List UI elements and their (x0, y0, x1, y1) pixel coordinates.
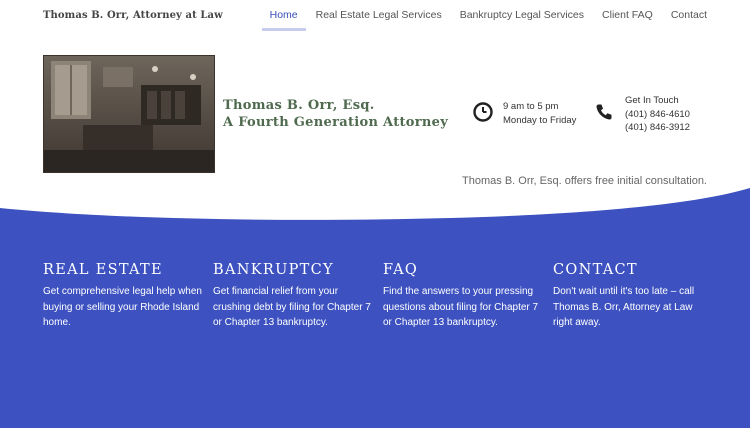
nav-item-client-faq[interactable]: Client FAQ (602, 9, 653, 27)
service-heading[interactable]: BANKRUPTCY (213, 262, 373, 278)
service-heading[interactable]: CONTACT (553, 262, 713, 278)
main-nav: Home Real Estate Legal Services Bankrupt… (252, 9, 707, 31)
hero-name: Thomas B. Orr, Esq. (223, 98, 375, 113)
consultation-note: Thomas B. Orr, Esq. offers free initial … (462, 175, 707, 187)
hero-heading: Thomas B. Orr, Esq. A Fourth Generation … (223, 97, 448, 131)
office-hours: 9 am to 5 pm Monday to Friday (472, 100, 576, 128)
phone-number-2[interactable]: (401) 846-3912 (625, 121, 690, 135)
phone-number-1[interactable]: (401) 846-4610 (625, 108, 690, 122)
clock-icon (472, 101, 494, 128)
service-bankruptcy[interactable]: BANKRUPTCY Get financial relief from you… (213, 262, 373, 331)
service-real-estate[interactable]: REAL ESTATE Get comprehensive legal help… (43, 262, 203, 331)
nav-item-real-estate[interactable]: Real Estate Legal Services (316, 9, 442, 27)
service-description: Don't wait until it's too late – call Th… (553, 286, 695, 328)
service-description: Get financial relief from your crushing … (213, 286, 371, 328)
service-heading[interactable]: REAL ESTATE (43, 262, 203, 278)
phone-icon (594, 102, 614, 127)
nav-item-home[interactable]: Home (261, 9, 306, 31)
service-contact[interactable]: CONTACT Don't wait until it's too late –… (553, 262, 713, 331)
service-description: Get comprehensive legal help when buying… (43, 286, 202, 328)
header: Thomas B. Orr, Attorney at Law Home Real… (0, 0, 750, 31)
hero-tagline: A Fourth Generation Attorney (223, 115, 449, 130)
hours-time: 9 am to 5 pm (503, 101, 559, 112)
service-faq[interactable]: FAQ Find the answers to your pressing qu… (383, 262, 543, 331)
contact-info: Get In Touch (401) 846-4610 (401) 846-39… (594, 94, 690, 135)
service-description: Find the answers to your pressing questi… (383, 286, 539, 328)
nav-item-contact[interactable]: Contact (671, 9, 707, 27)
office-photo (43, 55, 215, 173)
service-heading[interactable]: FAQ (383, 262, 543, 278)
office-photo-image (43, 55, 215, 173)
hours-days: Monday to Friday (503, 115, 577, 126)
nav-item-bankruptcy[interactable]: Bankruptcy Legal Services (460, 9, 584, 27)
site-title[interactable]: Thomas B. Orr, Attorney at Law (43, 10, 223, 21)
contact-label: Get In Touch (625, 95, 679, 106)
